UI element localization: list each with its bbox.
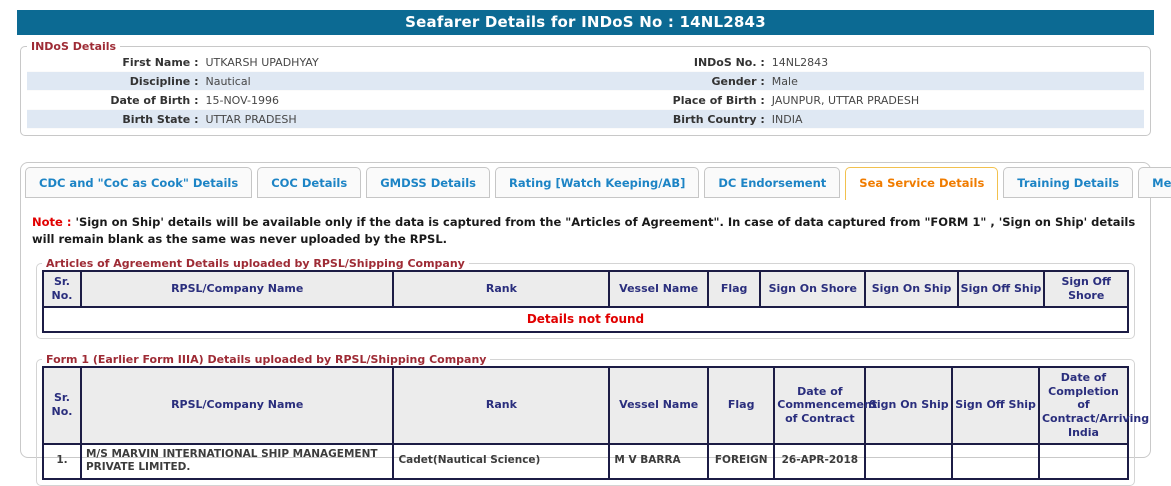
col-rpsl-company: RPSL/Company Name <box>79 270 395 308</box>
birth-state-value: UTTAR PRADESH <box>205 112 297 126</box>
indos-no-value: 14NL2843 <box>771 55 829 69</box>
form1-table: Sr. No. RPSL/Company Name Rank Vessel Na… <box>42 365 1149 480</box>
indos-details-section: INDoS Details First Name : UTKARSH UPADH… <box>20 40 1151 136</box>
articles-header-row: Sr. No. RPSL/Company Name Rank Vessel Na… <box>42 270 1129 308</box>
col-sign-off-ship: Sign Off Ship <box>951 365 1040 445</box>
col-sign-on-ship: Sign On Ship <box>864 270 959 308</box>
indos-row-1: First Name : UTKARSH UPADHYAY INDoS No. … <box>27 53 1144 72</box>
tabs-row: CDC and "CoC as Cook" Details COC Detail… <box>21 163 1171 200</box>
tab-sea-service-details[interactable]: Sea Service Details <box>845 167 999 200</box>
discipline-label: Discipline : <box>129 74 199 88</box>
indos-row-3: Date of Birth : 15-NOV-1996 Place of Bir… <box>27 91 1144 110</box>
first-name-value: UTKARSH UPADHYAY <box>205 55 319 69</box>
articles-of-agreement-legend: Articles of Agreement Details uploaded b… <box>46 257 465 271</box>
col-flag: Flag <box>707 365 776 445</box>
form1-legend: Form 1 (Earlier Form IIIA) Details uploa… <box>46 352 487 366</box>
tab-cdc-coc-cook[interactable]: CDC and "CoC as Cook" Details <box>25 167 253 198</box>
cell-vessel-name: M V BARRA <box>608 442 710 480</box>
col-rank: Rank <box>392 365 611 445</box>
indos-row-2: Discipline : Nautical Gender : Male <box>27 72 1144 91</box>
gender-value: Male <box>771 74 798 88</box>
place-of-birth-value: JAUNPUR, UTTAR PRADESH <box>771 93 920 107</box>
col-vessel-name: Vessel Name <box>608 270 710 308</box>
page-title: Seafarer Details for INDoS No : 14NL2843 <box>17 10 1154 35</box>
cell-date-completion <box>1037 442 1130 480</box>
col-sign-off-shore: Sign Off Shore <box>1043 270 1129 308</box>
birth-country-value: INDIA <box>771 112 803 126</box>
col-rank: Rank <box>392 270 611 308</box>
birth-country-label: Birth Country : <box>672 112 765 126</box>
col-sign-on-shore: Sign On Shore <box>759 270 867 308</box>
note-text: 'Sign on Ship' details will be available… <box>32 215 1136 246</box>
details-not-found-message: Details not found <box>42 305 1129 333</box>
col-rpsl-company: RPSL/Company Name <box>79 365 395 445</box>
indos-row-4: Birth State : UTTAR PRADESH Birth Countr… <box>27 110 1144 129</box>
articles-of-agreement-table: Sr. No. RPSL/Company Name Rank Vessel Na… <box>42 270 1129 333</box>
cell-rpsl-company: M/S MARVIN INTERNATIONAL SHIP MANAGEMENT… <box>79 442 395 480</box>
col-sr-no: Sr. No. <box>42 270 82 308</box>
col-sr-no: Sr. No. <box>42 365 82 445</box>
col-sign-on-ship: Sign On Ship <box>864 365 954 445</box>
cell-sign-on-ship <box>864 442 954 480</box>
indos-details-legend: INDoS Details <box>31 40 117 53</box>
col-sign-off-ship: Sign Off Ship <box>956 270 1046 308</box>
tab-gmdss-details[interactable]: GMDSS Details <box>366 167 491 198</box>
col-date-completion: Date of Completion of Contract/Arriving … <box>1037 365 1149 445</box>
place-of-birth-label: Place of Birth : <box>672 93 765 107</box>
indos-no-label: INDoS No. : <box>693 55 765 69</box>
articles-of-agreement-section: Articles of Agreement Details uploaded b… <box>36 257 1135 339</box>
col-vessel-name: Vessel Name <box>608 365 710 445</box>
first-name-label: First Name : <box>122 55 199 69</box>
sign-on-ship-note: Note : 'Sign on Ship' details will be av… <box>32 214 1139 247</box>
form1-data-row: 1. M/S MARVIN INTERNATIONAL SHIP MANAGEM… <box>42 442 1130 480</box>
details-not-found-row: Details not found <box>42 305 1129 333</box>
cell-flag: FOREIGN <box>707 442 776 480</box>
tab-coc-details[interactable]: COC Details <box>257 167 362 198</box>
cell-sr-no: 1. <box>42 442 82 480</box>
tab-rating-watchkeeping[interactable]: Rating [Watch Keeping/AB] <box>495 167 700 198</box>
form1-header-row: Sr. No. RPSL/Company Name Rank Vessel Na… <box>42 365 1149 445</box>
date-of-birth-label: Date of Birth : <box>110 93 199 107</box>
form1-section: Form 1 (Earlier Form IIIA) Details uploa… <box>36 352 1149 486</box>
tab-dc-endorsement[interactable]: DC Endorsement <box>704 167 841 198</box>
date-of-birth-value: 15-NOV-1996 <box>205 93 279 107</box>
tab-training-details[interactable]: Training Details <box>1003 167 1134 198</box>
tab-medical-fitness[interactable]: Medical Fitness Certificate <box>1138 167 1171 198</box>
gender-label: Gender : <box>711 74 765 88</box>
col-date-commencement: Date of Commencement of Contract <box>773 365 877 445</box>
cell-date-commencement: 26-APR-2018 <box>773 442 867 480</box>
note-prefix: Note : <box>32 215 72 229</box>
discipline-value: Nautical <box>205 74 251 88</box>
cell-rank: Cadet(Nautical Science) <box>392 442 611 480</box>
birth-state-label: Birth State : <box>122 112 199 126</box>
tab-content-panel: CDC and "CoC as Cook" Details COC Detail… <box>20 162 1171 486</box>
cell-sign-off-ship <box>951 442 1040 480</box>
col-flag: Flag <box>707 270 762 308</box>
